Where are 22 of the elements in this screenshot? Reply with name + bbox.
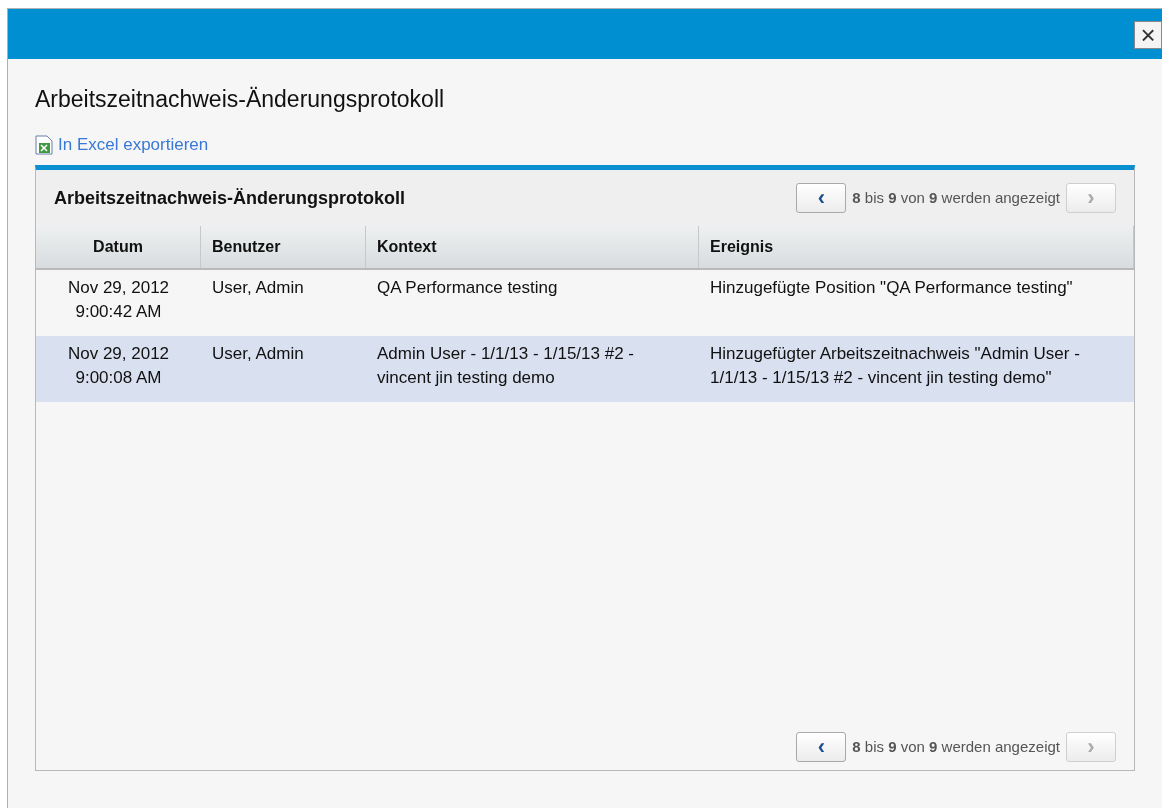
table-cell: Hinzugefügte Position "QA Performance testing": [710, 278, 1073, 297]
column-header[interactable]: Kontext: [366, 226, 699, 268]
table-row[interactable]: Nov 29, 2012 9:00:08 AM User, Admin Admin User - 1/1/13 - 1/15/13 #2 - vincent jin testing demo Hinzugefügter Arbeitszeitnachweis "Admin User - 1/1/13 - 1/15/13 #2 - vincent jin testing demo": [36, 336, 1134, 402]
close-button[interactable]: ×: [1134, 21, 1162, 49]
table-cell: Admin User - 1/1/13 - 1/15/13 #2 - vincent jin testing demo: [377, 344, 635, 387]
pager-summary: 8 bis 9 von 9 werden angezeigt: [852, 736, 1060, 757]
pager-summary: 8 bis 9 von 9 werden angezeigt: [852, 187, 1060, 208]
table-cell: User, Admin: [212, 344, 304, 363]
table-cell-text: Nov 29, 2012 9:00:42 AM: [67, 277, 170, 323]
column-header[interactable]: Ereignis: [699, 226, 1134, 268]
export-link[interactable]: In Excel exportieren: [58, 134, 209, 156]
table-cell: User, Admin: [212, 278, 304, 297]
pager-button[interactable]: ‹: [796, 732, 847, 762]
table-cell: Hinzugefügter Arbeitszeitnachweis "Admin User - 1/1/13 - 1/15/13 #2 - vincent jin testing demo": [710, 344, 1080, 387]
panel-title: Arbeitszeitnachweis-Änderungsprotokoll: [54, 186, 406, 210]
table-cell-text: Nov 29, 2012 9:00:08 AM: [67, 343, 170, 389]
dialog-title: Arbeitszeitnachweis-Änderungsprotokoll: [35, 85, 446, 114]
pager-button[interactable]: ‹: [796, 183, 847, 213]
column-header[interactable]: Datum: [36, 226, 201, 268]
column-header[interactable]: Benutzer: [201, 226, 366, 268]
table-cell: QA Performance testing: [377, 278, 558, 297]
spreadsheet-icon: [35, 135, 53, 155]
